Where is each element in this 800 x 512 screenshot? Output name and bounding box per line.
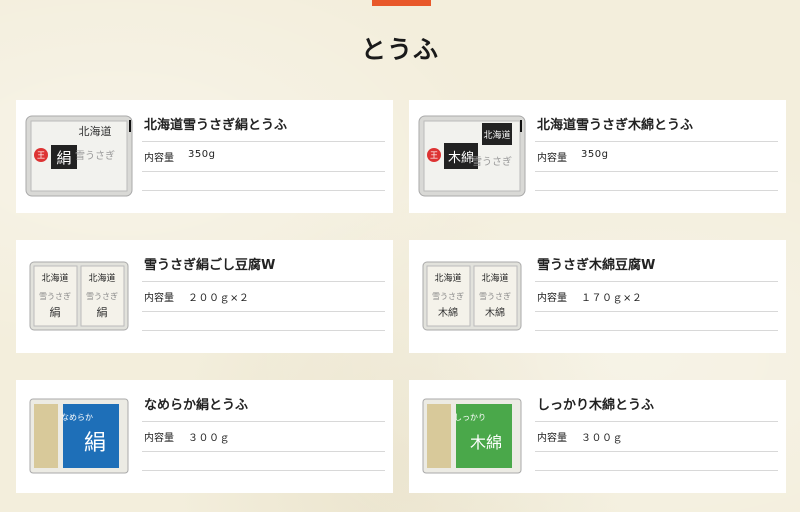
product-card[interactable]: しっかり 木綿 しっかり木綿とうふ 内容量 ３００ｇ [409,380,786,493]
product-card[interactable]: なめらか 絹 なめらか絹とうふ 内容量 ３００ｇ [16,380,393,493]
spec-row-empty [535,312,778,331]
spec-row-empty [535,452,778,471]
spec-row: 内容量 350g [535,142,778,172]
svg-text:しっかり: しっかり [454,413,486,422]
svg-text:絹: 絹 [84,431,106,456]
product-image[interactable]: 王 木綿 北海道 雪うさぎ [417,110,527,202]
svg-text:北海道: 北海道 [41,272,68,284]
spec-value: ３００ｇ [188,433,230,444]
tofu-twin-pack-image: 北海道 北海道 雪うさぎ 雪うさぎ 絹 絹 [29,261,129,331]
product-grid: 王 絹 北海道 雪うさぎ 北海道雪うさぎ絹とうふ 内容量 350g 王 木綿 北… [16,100,786,493]
spec-row: 内容量 350g [142,142,385,172]
svg-text:なめらか: なめらか [61,413,93,422]
svg-text:木綿: 木綿 [470,433,502,452]
text-cursor [520,120,522,132]
product-name[interactable]: 北海道雪うさぎ木綿とうふ [535,112,778,142]
svg-text:北海道: 北海道 [88,272,115,284]
tofu-pack-image: しっかり 木綿 [422,398,522,474]
svg-text:北海道: 北海道 [483,129,510,141]
svg-text:絹: 絹 [56,149,71,167]
spec-row: 内容量 ３００ｇ [142,422,385,452]
spec-label: 内容量 [144,293,174,304]
spec-label: 内容量 [144,433,174,444]
spec-row-empty [142,312,385,331]
svg-text:雪うさぎ: 雪うさぎ [432,291,464,301]
spec-value: １７０ｇ×２ [581,293,643,304]
svg-text:雪うさぎ: 雪うさぎ [39,291,71,301]
product-name[interactable]: なめらか絹とうふ [142,392,385,422]
tofu-tub-image: 王 絹 北海道 雪うさぎ [25,115,133,197]
spec-label: 内容量 [537,153,567,164]
product-name[interactable]: 雪うさぎ絹ごし豆腐W [142,252,385,282]
spec-value: 350g [581,149,609,160]
header-accent-bar [372,0,431,6]
spec-label: 内容量 [144,153,174,164]
spec-row-empty [142,452,385,471]
product-image[interactable]: なめらか 絹 [24,390,134,482]
svg-text:絹: 絹 [97,305,108,319]
product-card[interactable]: 北海道 北海道 雪うさぎ 雪うさぎ 絹 絹 雪うさぎ絹ごし豆腐W 内容量 ２００… [16,240,393,353]
product-image[interactable]: 北海道 北海道 雪うさぎ 雪うさぎ 木綿 木綿 [417,250,527,342]
spec-row: 内容量 １７０ｇ×２ [535,282,778,312]
product-card[interactable]: 北海道 北海道 雪うさぎ 雪うさぎ 木綿 木綿 雪うさぎ木綿豆腐W 内容量 １７… [409,240,786,353]
spec-label: 内容量 [537,293,567,304]
spec-row-empty [142,172,385,191]
svg-text:雪うさぎ: 雪うさぎ [479,291,511,301]
spec-value: 350g [188,149,216,160]
text-cursor [129,120,131,132]
product-name[interactable]: 雪うさぎ木綿豆腐W [535,252,778,282]
svg-text:雪うさぎ: 雪うさぎ [472,155,512,168]
page-title: とうふ [360,35,439,64]
svg-text:北海道: 北海道 [434,272,461,284]
svg-text:絹: 絹 [50,305,61,319]
product-image[interactable]: 北海道 北海道 雪うさぎ 雪うさぎ 絹 絹 [24,250,134,342]
tofu-twin-pack-image: 北海道 北海道 雪うさぎ 雪うさぎ 木綿 木綿 [422,261,522,331]
spec-row: 内容量 ２００ｇ×２ [142,282,385,312]
tofu-pack-image: なめらか 絹 [29,398,129,474]
svg-text:北海道: 北海道 [79,124,112,138]
spec-label: 内容量 [537,433,567,444]
spec-row: 内容量 ３００ｇ [535,422,778,452]
svg-text:王: 王 [37,151,45,160]
tofu-tub-image: 王 木綿 北海道 雪うさぎ [418,115,526,197]
svg-text:雪うさぎ: 雪うさぎ [75,149,115,162]
svg-text:北海道: 北海道 [481,272,508,284]
svg-text:王: 王 [430,151,438,160]
svg-text:雪うさぎ: 雪うさぎ [86,291,118,301]
product-name[interactable]: 北海道雪うさぎ絹とうふ [142,112,385,142]
product-card[interactable]: 王 絹 北海道 雪うさぎ 北海道雪うさぎ絹とうふ 内容量 350g [16,100,393,213]
svg-text:木綿: 木綿 [485,306,505,319]
spec-value: ３００ｇ [581,433,623,444]
spec-row-empty [535,172,778,191]
svg-text:木綿: 木綿 [438,306,458,319]
product-card[interactable]: 王 木綿 北海道 雪うさぎ 北海道雪うさぎ木綿とうふ 内容量 350g [409,100,786,213]
product-image[interactable]: しっかり 木綿 [417,390,527,482]
spec-value: ２００ｇ×２ [188,293,250,304]
product-name[interactable]: しっかり木綿とうふ [535,392,778,422]
svg-text:木綿: 木綿 [448,151,474,166]
product-image[interactable]: 王 絹 北海道 雪うさぎ [24,110,134,202]
